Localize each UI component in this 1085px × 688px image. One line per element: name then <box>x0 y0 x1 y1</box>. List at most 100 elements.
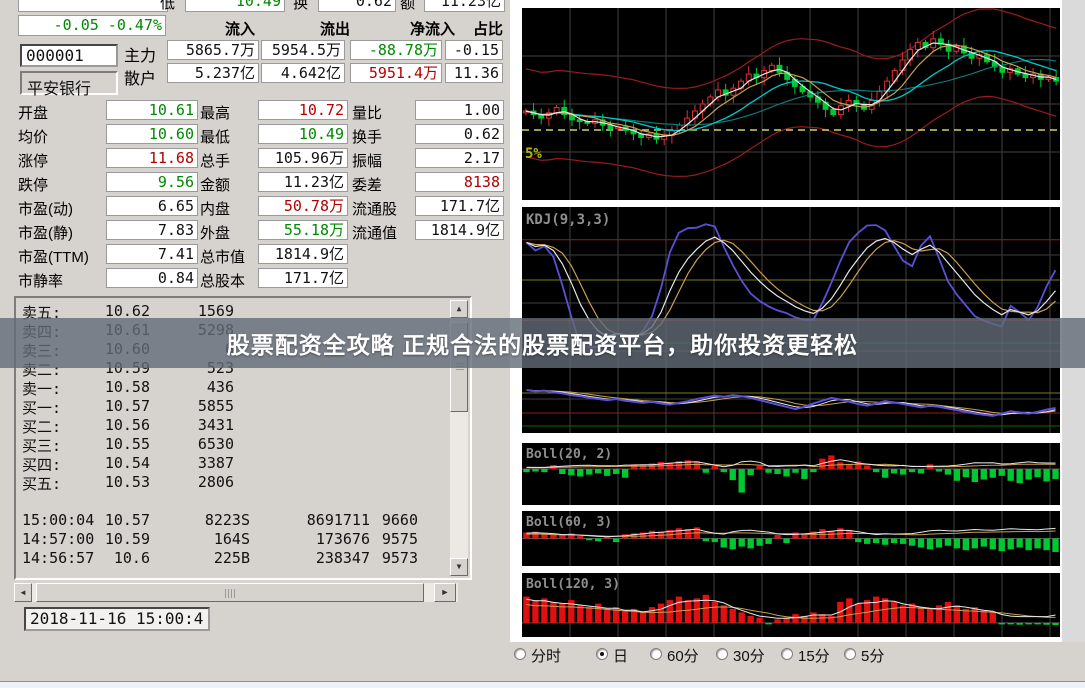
candlestick-chart[interactable]: 5% <box>522 8 1060 200</box>
quote-label: 换手 <box>352 126 382 147</box>
radio-button-icon[interactable] <box>650 648 662 660</box>
trading-terminal-window: { "quote_panel": { "top_row": [ {"label"… <box>0 0 1085 687</box>
flow-row-label: 散户 <box>124 65 156 89</box>
quote-label: 市盈(TTM) <box>18 246 89 267</box>
scrollbar-thumb[interactable] <box>36 583 424 602</box>
quote-value: 1814.9亿 <box>258 244 348 264</box>
order-book-volume: 2806 <box>156 473 234 491</box>
tick-volume: 164S <box>166 530 250 548</box>
scroll-down-button[interactable]: ▼ <box>450 558 468 576</box>
quote-value: 8138 <box>415 172 504 192</box>
quote-value: 0.84 <box>106 268 198 288</box>
ad-banner: 股票配资全攻略 正规合法的股票配资平台，助你投资更轻松 <box>0 318 1085 368</box>
flow-ratio-value: -0.15 <box>445 40 503 60</box>
radio-button-icon[interactable] <box>844 648 856 660</box>
quote-value: 55.18万 <box>258 220 348 240</box>
tick-price: 10.59 <box>56 530 150 548</box>
horizontal-scrollbar[interactable]: ◄ <box>14 583 458 602</box>
stock-name-button[interactable]: 平安银行 <box>20 71 118 95</box>
tick-seq: 9573 <box>374 549 418 567</box>
scroll-left-button[interactable]: ◄ <box>14 583 32 602</box>
order-book-price: 10.53 <box>56 473 150 491</box>
quote-value: 9.56 <box>106 172 198 192</box>
boll20-indicator-chart[interactable]: Boll(20, 2) <box>522 443 1060 505</box>
tick-price: 10.57 <box>56 511 150 529</box>
quote-value: 171.7亿 <box>415 196 504 216</box>
top-row-label: 低 <box>160 0 175 13</box>
period-option-30分[interactable]: 30分 <box>716 644 780 664</box>
flow-header: 占比 <box>413 18 503 39</box>
order-book-volume: 6530 <box>156 435 234 453</box>
quote-label: 总股本 <box>200 270 245 291</box>
quote-value: 0.62 <box>415 124 504 144</box>
quote-value: 6.65 <box>106 196 198 216</box>
quote-label: 均价 <box>18 126 48 147</box>
svg-text:Boll(120, 3): Boll(120, 3) <box>526 577 620 592</box>
top-row-value: 0.62 <box>318 0 396 12</box>
radio-button-icon[interactable] <box>716 648 728 660</box>
quote-label: 最高 <box>200 102 230 123</box>
quote-label: 振幅 <box>352 150 382 171</box>
flow-ratio-value: 11.36 <box>445 63 503 83</box>
quote-label: 最低 <box>200 126 230 147</box>
quote-label: 总手 <box>200 150 230 171</box>
order-book-volume: 436 <box>156 378 234 396</box>
scroll-up-button[interactable]: ▲ <box>450 300 468 318</box>
price-display-box <box>18 0 168 12</box>
tick-volume: 8223S <box>166 511 250 529</box>
scroll-right-button[interactable]: ► <box>434 583 456 602</box>
order-book-price: 10.54 <box>56 454 150 472</box>
quote-label: 总市值 <box>200 246 245 267</box>
tick-price: 10.6 <box>56 549 150 567</box>
quote-value: 1.00 <box>415 100 504 120</box>
tick-amount: 173676 <box>266 530 370 548</box>
order-book-price: 10.58 <box>56 378 150 396</box>
quote-value: 10.72 <box>258 100 348 120</box>
order-book-volume: 5855 <box>156 397 234 415</box>
quote-label: 金额 <box>200 174 230 195</box>
quote-value: 171.7亿 <box>258 268 348 288</box>
quote-value: 7.83 <box>106 220 198 240</box>
order-book-volume: 3387 <box>156 454 234 472</box>
period-option-label: 日 <box>613 645 628 666</box>
boll60-indicator-chart[interactable]: Boll(60, 3) <box>522 511 1060 566</box>
top-row-label: 换 <box>293 0 308 13</box>
quote-label: 委差 <box>352 174 382 195</box>
svg-text:5%: 5% <box>525 146 542 162</box>
period-option-label: 60分 <box>667 645 699 666</box>
svg-text:Boll(60, 3): Boll(60, 3) <box>526 515 612 530</box>
thumb-grip <box>225 589 235 598</box>
svg-text:Boll(20, 2): Boll(20, 2) <box>526 447 612 462</box>
quote-label: 开盘 <box>18 102 48 123</box>
order-book-volume: 3431 <box>156 416 234 434</box>
radio-button-icon[interactable] <box>596 648 608 660</box>
quote-value: 10.49 <box>258 124 348 144</box>
period-option-5分[interactable]: 5分 <box>844 644 908 664</box>
quote-label: 流通股 <box>352 198 397 219</box>
flow-header: 流出 <box>260 18 350 39</box>
tick-volume: 225B <box>166 549 250 567</box>
radio-button-icon[interactable] <box>514 648 526 660</box>
tick-amount: 238347 <box>266 549 370 567</box>
period-option-label: 30分 <box>733 645 765 666</box>
period-option-15分[interactable]: 15分 <box>781 644 845 664</box>
flow-net-value: 5951.4万 <box>350 63 442 83</box>
quote-value: 11.68 <box>106 148 198 168</box>
quote-value: 1814.9亿 <box>415 220 504 240</box>
quote-label: 流通值 <box>352 222 397 243</box>
stock-code-input[interactable] <box>20 44 118 67</box>
quote-value: 105.96万 <box>258 148 348 168</box>
order-book-price: 10.56 <box>56 416 150 434</box>
top-row-value: 10.49 <box>185 0 285 12</box>
flow-net-value: -88.78万 <box>350 40 442 60</box>
ad-banner-text: 股票配资全攻略 正规合法的股票配资平台，助你投资更轻松 <box>227 326 858 360</box>
order-book-price: 10.55 <box>56 435 150 453</box>
period-option-分时[interactable]: 分时 <box>514 644 578 664</box>
flow-outflow-value: 5954.5万 <box>261 40 345 60</box>
quote-value: 2.17 <box>415 148 504 168</box>
period-option-60分[interactable]: 60分 <box>650 644 714 664</box>
boll120-indicator-chart[interactable]: Boll(120, 3) <box>522 573 1060 637</box>
period-selector: 分时 日 60分 30分 15分5分 <box>510 644 1070 668</box>
tick-seq: 9575 <box>374 530 418 548</box>
radio-button-icon[interactable] <box>781 648 793 660</box>
